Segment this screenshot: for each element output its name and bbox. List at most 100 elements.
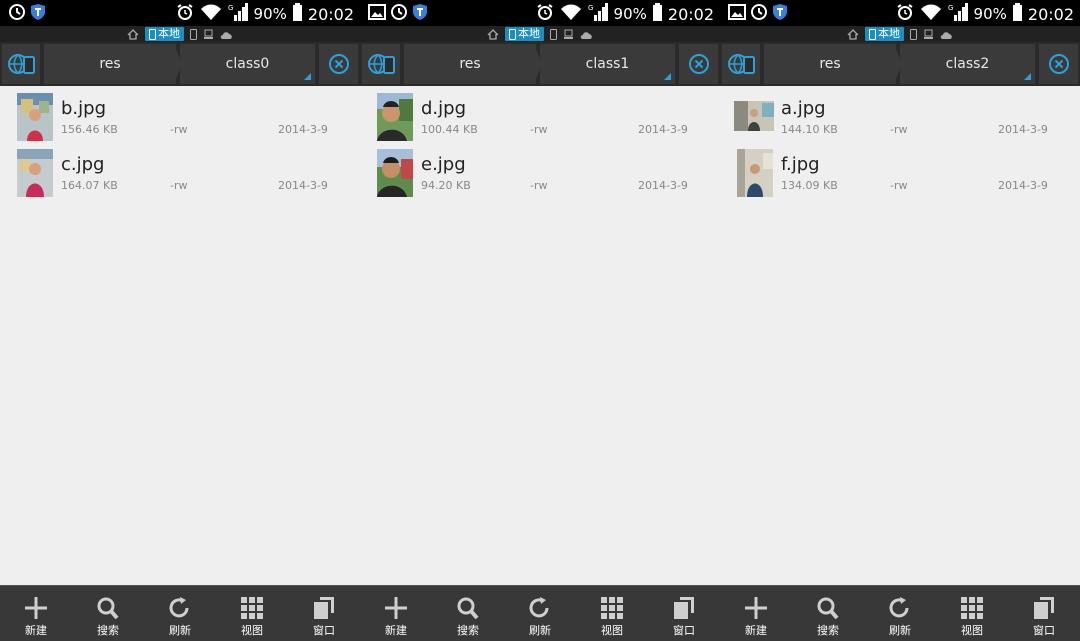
- battery-percent: 90%: [973, 5, 1007, 23]
- search-icon: [817, 597, 839, 620]
- file-permissions: -rw: [530, 179, 548, 192]
- breadcrumb-current[interactable]: class2: [900, 44, 1035, 84]
- new-label: 新建: [385, 624, 407, 637]
- local-tab[interactable]: 本地: [865, 27, 904, 41]
- dropdown-indicator-icon: [304, 73, 311, 80]
- toolbar: res class1: [360, 42, 720, 86]
- window-button[interactable]: 窗口: [1008, 586, 1080, 641]
- file-name: b.jpg: [61, 98, 106, 119]
- storage-button[interactable]: [722, 44, 760, 84]
- image-thumbnail: [17, 93, 53, 141]
- phone-icon[interactable]: [190, 25, 197, 44]
- cloud-icon[interactable]: [580, 25, 593, 44]
- image-thumbnail: [377, 149, 413, 197]
- search-button[interactable]: 搜索: [792, 586, 864, 641]
- window-label: 窗口: [313, 624, 335, 637]
- breadcrumb-parent[interactable]: res: [44, 44, 176, 84]
- phone-icon[interactable]: [910, 25, 917, 44]
- refresh-button[interactable]: 刷新: [864, 586, 936, 641]
- phone-icon: [509, 28, 516, 40]
- location-strip: 本地: [720, 26, 1080, 42]
- window-button[interactable]: 窗口: [288, 586, 360, 641]
- image-icon: [728, 4, 746, 24]
- file-date: 2014-3-9: [998, 179, 1048, 192]
- panel-class0: G 90% 20:02 本地 res class0 b.jpg 156.46 K…: [0, 0, 360, 641]
- file-item[interactable]: b.jpg 156.46 KB -rw 2014-3-9: [0, 90, 360, 146]
- local-tab[interactable]: 本地: [145, 27, 184, 41]
- breadcrumb-parent[interactable]: res: [404, 44, 536, 84]
- local-label: 本地: [518, 27, 540, 40]
- refresh-label: 刷新: [529, 624, 551, 637]
- file-item[interactable]: e.jpg 94.20 KB -rw 2014-3-9: [360, 146, 720, 202]
- refresh-label: 刷新: [889, 624, 911, 637]
- file-size: 144.10 KB: [781, 123, 838, 136]
- computer-icon[interactable]: [203, 25, 214, 44]
- wifi-icon: [920, 3, 942, 25]
- svg-text:G: G: [948, 4, 953, 12]
- file-date: 2014-3-9: [638, 179, 688, 192]
- breadcrumb-current[interactable]: class0: [180, 44, 315, 84]
- storage-button[interactable]: [362, 44, 400, 84]
- windows-icon: [1034, 597, 1054, 619]
- toolbar: res class0: [0, 42, 360, 86]
- shield-icon: [30, 3, 46, 25]
- close-window-button[interactable]: [319, 44, 358, 84]
- storage-button[interactable]: [2, 44, 40, 84]
- phone-icon[interactable]: [550, 25, 557, 44]
- computer-icon[interactable]: [923, 25, 934, 44]
- computer-icon[interactable]: [563, 25, 574, 44]
- file-list: d.jpg 100.44 KB -rw 2014-3-9 e.jpg 94.20…: [360, 90, 720, 202]
- bottom-toolbar: 新建 搜索 刷新 视图 窗口: [0, 585, 360, 641]
- home-icon[interactable]: [127, 25, 139, 44]
- file-size: 156.46 KB: [61, 123, 118, 136]
- breadcrumb-parent[interactable]: res: [764, 44, 896, 84]
- wifi-icon: [200, 3, 222, 25]
- file-item[interactable]: c.jpg 164.07 KB -rw 2014-3-9: [0, 146, 360, 202]
- signal-icon: G: [228, 3, 248, 25]
- view-button[interactable]: 视图: [936, 586, 1008, 641]
- refresh-button[interactable]: 刷新: [504, 586, 576, 641]
- close-circle-icon: [1048, 54, 1069, 74]
- file-list: a.jpg 144.10 KB -rw 2014-3-9 f.jpg 134.0…: [720, 90, 1080, 202]
- windows-icon: [314, 597, 334, 619]
- location-strip: 本地: [360, 26, 720, 42]
- phone-icon: [869, 28, 876, 40]
- globe-phone-icon: [728, 54, 755, 74]
- breadcrumb-current-label: class1: [585, 56, 630, 72]
- clock: 20:02: [667, 4, 714, 24]
- file-item[interactable]: f.jpg 134.09 KB -rw 2014-3-9: [720, 146, 1080, 202]
- breadcrumb-current[interactable]: class1: [540, 44, 675, 84]
- close-circle-icon: [688, 54, 709, 74]
- file-item[interactable]: d.jpg 100.44 KB -rw 2014-3-9: [360, 90, 720, 146]
- search-button[interactable]: 搜索: [72, 586, 144, 641]
- home-icon[interactable]: [487, 25, 499, 44]
- refresh-button[interactable]: 刷新: [144, 586, 216, 641]
- location-strip: 本地: [0, 26, 360, 42]
- search-button[interactable]: 搜索: [432, 586, 504, 641]
- view-button[interactable]: 视图: [216, 586, 288, 641]
- wifi-icon: [560, 3, 582, 25]
- local-tab[interactable]: 本地: [505, 27, 544, 41]
- file-name: f.jpg: [781, 154, 820, 175]
- new-button[interactable]: 新建: [0, 586, 72, 641]
- view-label: 视图: [961, 624, 983, 637]
- file-item[interactable]: a.jpg 144.10 KB -rw 2014-3-9: [720, 90, 1080, 146]
- globe-phone-icon: [368, 54, 395, 74]
- view-button[interactable]: 视图: [576, 586, 648, 641]
- close-window-button[interactable]: [1039, 44, 1078, 84]
- svg-text:G: G: [228, 4, 233, 12]
- home-icon[interactable]: [847, 25, 859, 44]
- new-button[interactable]: 新建: [720, 586, 792, 641]
- window-button[interactable]: 窗口: [648, 586, 720, 641]
- view-label: 视图: [241, 624, 263, 637]
- signal-icon: G: [588, 3, 608, 25]
- new-button[interactable]: 新建: [360, 586, 432, 641]
- plus-icon: [745, 597, 767, 619]
- close-window-button[interactable]: [679, 44, 718, 84]
- breadcrumb-current-label: class2: [945, 56, 990, 72]
- toolbar: res class2: [720, 42, 1080, 86]
- sync-icon: [8, 3, 26, 25]
- alarm-icon: [536, 3, 554, 25]
- cloud-icon[interactable]: [940, 25, 953, 44]
- cloud-icon[interactable]: [220, 25, 233, 44]
